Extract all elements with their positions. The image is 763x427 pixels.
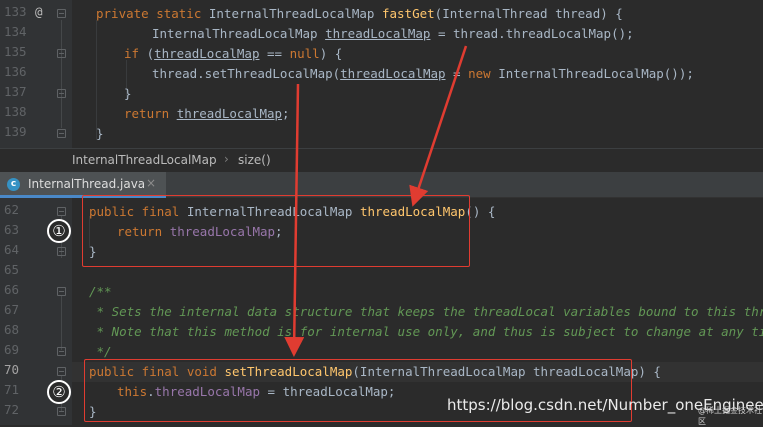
breadcrumb-class[interactable]: InternalThreadLocalMap bbox=[72, 153, 217, 167]
line-number: 137 bbox=[4, 84, 27, 99]
code-line[interactable]: return threadLocalMap; bbox=[72, 104, 763, 124]
line-number: 67 bbox=[4, 302, 20, 317]
close-icon[interactable]: × bbox=[146, 176, 156, 190]
code-line[interactable]: * Note that this method is for internal … bbox=[72, 322, 763, 342]
line-number-current: 70 bbox=[4, 362, 20, 377]
line-number: 63 bbox=[4, 222, 20, 237]
code-line[interactable]: private static InternalThreadLocalMap fa… bbox=[72, 4, 763, 24]
line-number: 134 bbox=[4, 24, 27, 39]
breadcrumb-separator: › bbox=[224, 152, 229, 166]
line-number: 68 bbox=[4, 322, 20, 337]
line-number: 69 bbox=[4, 342, 20, 357]
code-line[interactable]: if (threadLocalMap == null) { bbox=[72, 44, 763, 64]
top-gutter: 133 @ 134 135 136 137 138 139 bbox=[0, 0, 72, 148]
annotation-marker-1: ① bbox=[47, 219, 71, 243]
line-number: 139 bbox=[4, 124, 27, 139]
line-number: 138 bbox=[4, 104, 27, 119]
fold-toggle-icon[interactable] bbox=[57, 407, 66, 416]
fold-toggle-icon[interactable] bbox=[57, 9, 66, 18]
annotation-marker-2: ② bbox=[47, 380, 71, 404]
breadcrumb: InternalThreadLocalMap › size() bbox=[0, 148, 763, 172]
fold-toggle-icon[interactable] bbox=[57, 207, 66, 216]
breadcrumb-method[interactable]: size() bbox=[238, 153, 271, 167]
fold-toggle-icon[interactable] bbox=[57, 89, 66, 98]
fold-toggle-icon[interactable] bbox=[57, 347, 66, 356]
line-number: 135 bbox=[4, 44, 27, 59]
line-number: 133 bbox=[4, 4, 27, 19]
fold-guide bbox=[61, 296, 62, 350]
highlight-box-getter bbox=[82, 195, 470, 267]
code-line[interactable]: } bbox=[72, 84, 763, 104]
java-class-icon: c bbox=[7, 178, 20, 191]
code-line[interactable]: /** bbox=[72, 282, 763, 302]
fold-toggle-icon[interactable] bbox=[57, 247, 66, 256]
tab-label: InternalThread.java bbox=[28, 177, 146, 191]
watermark-sub: @稀土掘金技术社区 bbox=[698, 406, 762, 426]
fold-toggle-icon[interactable] bbox=[57, 287, 66, 296]
line-number: 62 bbox=[4, 202, 20, 217]
code-line[interactable]: * Sets the internal data structure that … bbox=[72, 302, 763, 322]
fold-toggle-icon[interactable] bbox=[57, 49, 66, 58]
line-number: 66 bbox=[4, 282, 20, 297]
code-line[interactable]: InternalThreadLocalMap threadLocalMap = … bbox=[72, 24, 763, 44]
line-number: 72 bbox=[4, 402, 20, 417]
code-line[interactable]: } bbox=[72, 124, 763, 144]
line-number: 136 bbox=[4, 64, 27, 79]
top-code-area[interactable]: private static InternalThreadLocalMap fa… bbox=[72, 4, 763, 148]
fold-guide bbox=[61, 20, 62, 128]
line-number: 64 bbox=[4, 242, 20, 257]
fold-toggle-icon[interactable] bbox=[57, 129, 66, 138]
code-line[interactable]: thread.setThreadLocalMap(threadLocalMap … bbox=[72, 64, 763, 84]
fold-toggle-icon[interactable] bbox=[57, 367, 66, 376]
override-annotation-icon[interactable]: @ bbox=[35, 4, 43, 19]
line-number: 71 bbox=[4, 382, 20, 397]
line-number: 65 bbox=[4, 262, 20, 277]
